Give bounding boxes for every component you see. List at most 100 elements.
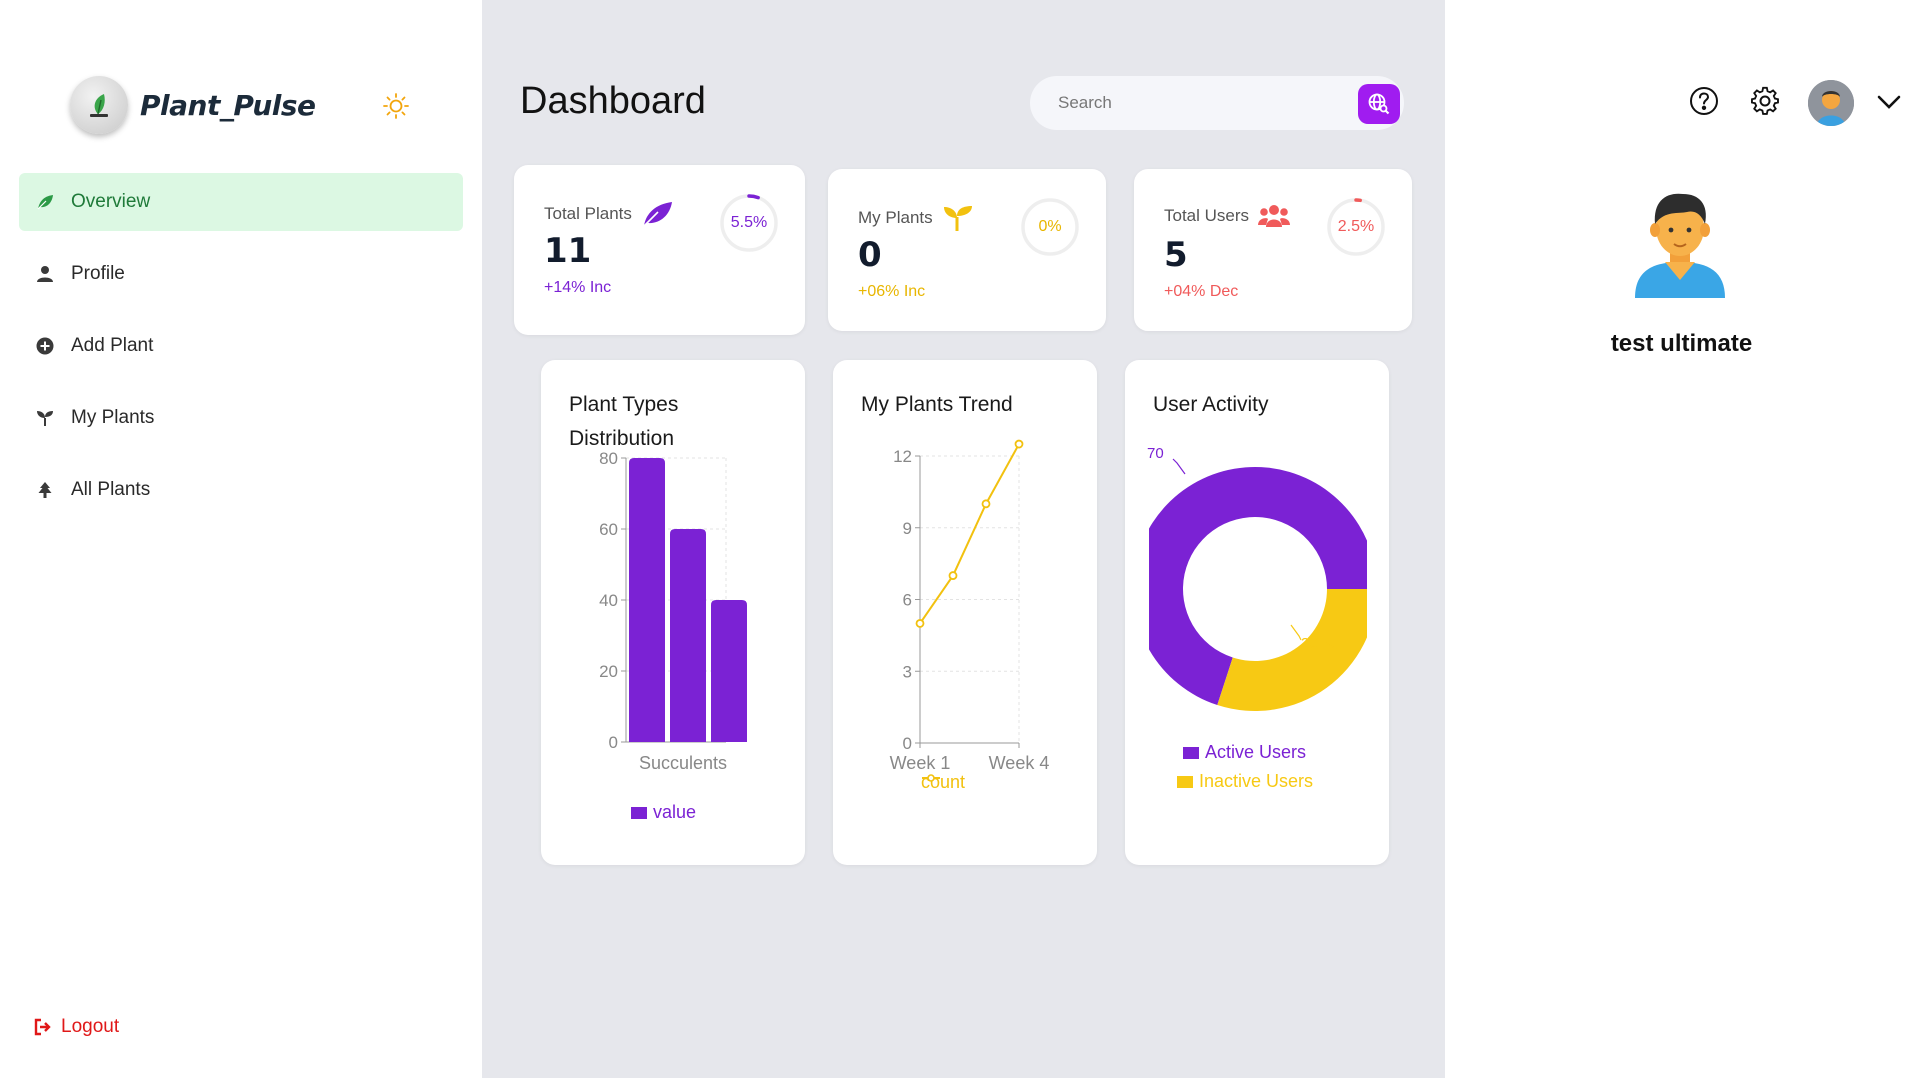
stat-label: My Plants [858,203,975,233]
slice-label: 30 [1301,635,1318,652]
x-tick-label: Succulents [639,753,727,773]
sidebar-nav: Overview Profile Add Plant My Plants All… [19,173,463,533]
gear-icon[interactable] [1750,86,1780,116]
logo-image [70,76,128,134]
stat-label: Total Users [1164,203,1291,229]
y-tick-label: 60 [599,520,618,539]
right-panel: test ultimate [1445,0,1918,1078]
donut-group [1149,467,1367,711]
chart-legend: value [631,802,696,823]
chart-card-plant-types: Plant Types Distribution 0 20 40 60 80 Succul… [541,360,805,865]
data-point [981,499,991,509]
search-input[interactable] [1058,93,1348,113]
sidebar-item-profile[interactable]: Profile [19,245,463,303]
y-tick-label: 0 [903,734,912,753]
chart-legend-inactive: Inactive Users [1177,771,1313,792]
stat-value: 5 [1164,235,1188,275]
stat-value: 11 [544,231,592,271]
stat-card-total-plants: Total Plants 11 +14% Inc 5.5% [514,165,805,335]
search-button[interactable] [1358,84,1400,124]
sidebar-item-label: Overview [71,191,151,212]
sidebar-item-label: All Plants [71,479,151,500]
sidebar: Plant_Pulse Overview Profile Add Plant M… [0,0,482,1078]
sidebar-item-label: Add Plant [71,335,154,356]
donut-slice [1217,589,1367,711]
chart-legend: count [921,772,965,793]
globe-search-icon [1368,93,1390,115]
y-tick-label: 80 [599,449,618,468]
sidebar-item-all-plants[interactable]: All Plants [19,461,463,519]
y-tick-label: 3 [903,662,912,681]
avatar[interactable] [1808,80,1854,126]
avatar-image [1808,80,1854,126]
sidebar-item-my-plants[interactable]: My Plants [19,389,463,447]
legend-line-icon [922,774,940,782]
users-group-icon [1257,203,1291,229]
legend-label: value [653,802,697,822]
search-bar [1030,76,1404,130]
logout-label: Logout [61,1016,120,1037]
seedling-icon [35,408,55,428]
logout-icon [33,1017,53,1037]
legend-swatch [1177,775,1193,788]
bar [629,458,665,742]
app-logo[interactable]: Plant_Pulse [70,76,316,134]
bar [711,600,747,742]
y-tick-label: 6 [903,591,912,610]
sidebar-item-label: My Plants [71,407,155,428]
tree-icon [35,480,55,500]
leaf-icon [35,192,55,212]
y-tick-label: 20 [599,662,618,681]
x-tick-label: Week 4 [989,753,1050,773]
legend-label: Active Users [1205,742,1307,762]
user-icon [35,264,55,284]
sidebar-item-overview[interactable]: Overview [19,173,463,231]
page-title: Dashboard [520,80,706,122]
chart-card-my-plants-trend: My Plants Trend 0 3 6 9 12 Week 1 Week 4 count [833,360,1097,865]
y-tick-label: 12 [893,447,912,466]
stat-label: Total Plants [544,199,674,229]
chevron-down-icon[interactable] [1875,92,1903,112]
stat-change: +14% Inc [544,279,612,296]
theme-toggle-sun-icon[interactable] [382,92,410,120]
chart-legend-active: Active Users [1183,742,1306,763]
stat-change: +04% Dec [1164,283,1239,300]
profile-name: test ultimate [1610,330,1753,357]
data-point [915,619,925,628]
sidebar-item-add-plant[interactable]: Add Plant [19,317,463,375]
legend-label: Inactive Users [1199,771,1314,791]
stat-label-text: Total Plants [544,204,632,223]
y-tick-label: 40 [599,591,618,610]
sidebar-item-label: Profile [71,263,125,284]
slice-label: 70 [1147,445,1164,462]
stat-value: 0 [858,235,882,275]
label-leader [1172,458,1186,475]
profile-avatar [1625,180,1735,300]
app-name: Plant_Pulse [140,88,316,122]
bar-chart: 0 20 40 60 80 Succulents [599,449,747,773]
label-leader [1290,624,1302,641]
data-point [948,571,958,580]
chart-card-user-activity: User Activity 70 30 Active Users Inactive… [1125,360,1389,865]
feather-leaf-icon [640,199,674,229]
series-line [919,443,1020,624]
stat-percent: 0% [1038,218,1062,235]
stat-percent: 5.5% [730,214,768,231]
stat-label-text: Total Users [1164,206,1250,225]
legend-swatch [1183,746,1199,759]
stat-change: +06% Inc [858,283,926,300]
stat-card-total-users: Total Users 5 +04% Dec 2.5% [1134,169,1412,331]
plus-circle-icon [35,336,55,356]
stat-percent: 2.5% [1337,218,1375,235]
y-tick-label: 0 [609,733,618,752]
legend-swatch [631,806,647,819]
stat-label-text: My Plants [858,208,933,227]
y-tick-label: 9 [903,519,912,538]
logout-button[interactable]: Logout [33,1016,119,1038]
help-icon[interactable] [1689,86,1719,116]
sprout-icon [941,203,975,233]
main-content: Dashboard Total Plants 11 +14% Inc 5.5% … [482,0,1445,1078]
bar [670,529,706,742]
data-point [1014,439,1024,449]
x-tick-label: Week 1 [890,753,951,773]
